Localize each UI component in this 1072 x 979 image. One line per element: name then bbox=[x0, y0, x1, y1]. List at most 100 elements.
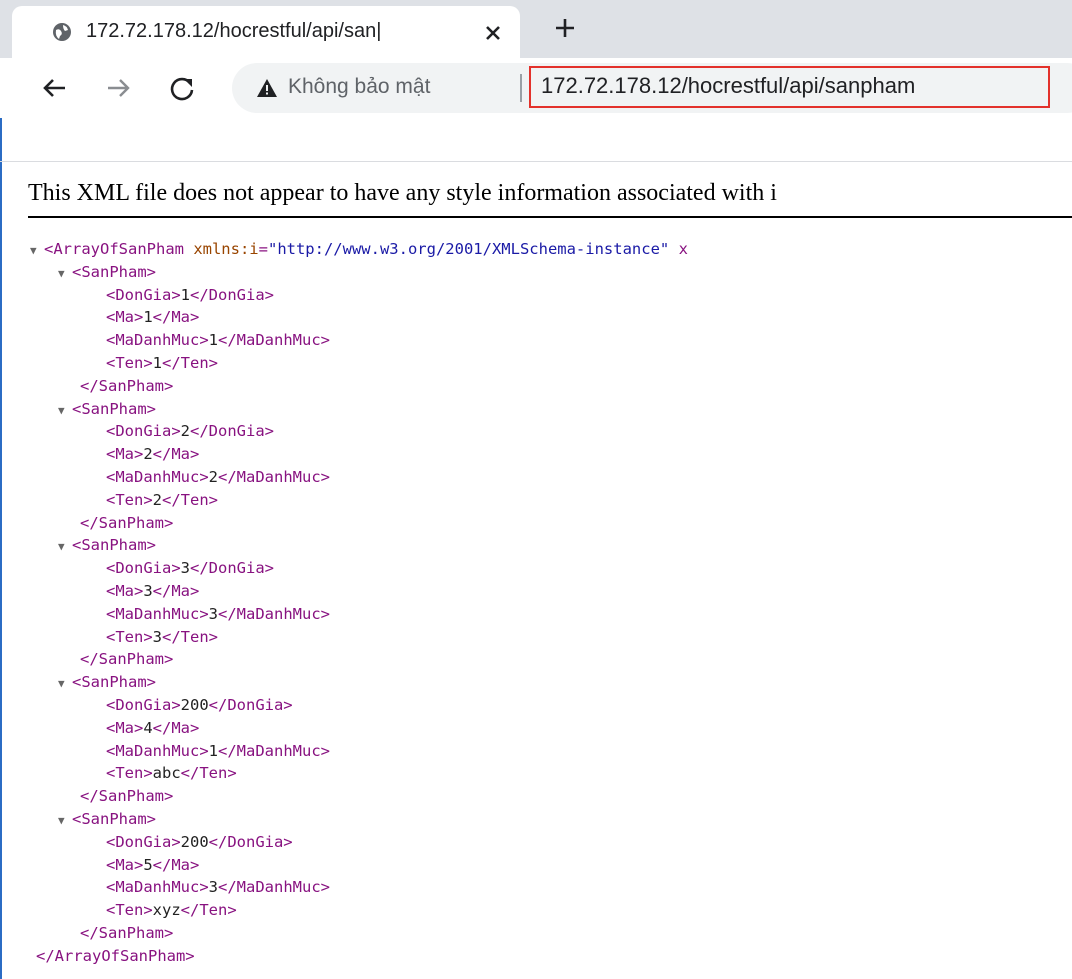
xml-value: 5 bbox=[143, 855, 153, 874]
window-frame-edge bbox=[0, 0, 2, 979]
toolbar-separator bbox=[0, 161, 1072, 162]
xml-tag: </MaDanhMuc> bbox=[218, 878, 330, 897]
xml-field: <Ten>1</Ten> bbox=[106, 352, 218, 374]
xml-tag: </MaDanhMuc> bbox=[218, 468, 330, 486]
xml-field: <Ten>xyz</Ten> bbox=[106, 899, 237, 921]
xml-value: 1 bbox=[208, 741, 218, 760]
xml-item-close: </SanPham> bbox=[80, 922, 173, 944]
xml-tag: </DonGia> bbox=[190, 285, 274, 304]
xml-style-notice: This XML file does not appear to have an… bbox=[28, 180, 777, 206]
xml-tag: <DonGia> bbox=[106, 832, 181, 851]
xml-tag: <DonGia> bbox=[106, 559, 181, 578]
notice-rule bbox=[28, 216, 1072, 218]
xml-tag: <SanPham> bbox=[72, 262, 156, 281]
arrow-left-icon[interactable] bbox=[37, 71, 71, 105]
xml-tag: x bbox=[669, 240, 688, 258]
xml-field: <MaDanhMuc>3</MaDanhMuc> bbox=[106, 603, 330, 625]
globe-icon bbox=[53, 23, 71, 41]
xml-attr-name: xmlns:i bbox=[193, 240, 259, 258]
xml-value: 1 bbox=[143, 308, 153, 327]
collapse-toggle-icon[interactable]: ▼ bbox=[58, 673, 72, 695]
reload-icon[interactable] bbox=[165, 71, 199, 105]
xml-value: 3 bbox=[143, 582, 153, 600]
xml-tag: <Ten> bbox=[106, 764, 153, 783]
xml-tag: <Ten> bbox=[106, 627, 153, 646]
collapse-toggle-icon[interactable]: ▼ bbox=[58, 810, 72, 832]
xml-tag: </Ma> bbox=[152, 718, 200, 737]
xml-tag: <MaDanhMuc> bbox=[106, 468, 209, 486]
xml-value: 3 bbox=[180, 559, 190, 578]
xml-tag: <Ma> bbox=[106, 718, 144, 737]
tab-strip: 172.72.178.12/hocrestful/api/san| bbox=[0, 0, 1072, 58]
xml-tag: <MaDanhMuc> bbox=[106, 741, 209, 760]
xml-field: <Ma>4</Ma> bbox=[106, 717, 199, 739]
xml-tag: </Ten> bbox=[162, 490, 219, 509]
xml-tag: </SanPham> bbox=[80, 513, 174, 532]
address-divider bbox=[520, 74, 522, 102]
collapse-toggle-icon[interactable]: ▼ bbox=[58, 536, 72, 558]
xml-field: <Ma>2</Ma> bbox=[106, 443, 199, 465]
xml-root-close: </ArrayOfSanPham> bbox=[36, 945, 195, 967]
xml-value: 2 bbox=[180, 422, 190, 441]
xml-tag: <SanPham> bbox=[72, 399, 156, 418]
xml-tag: </MaDanhMuc> bbox=[218, 604, 330, 623]
xml-field: <Ma>3</Ma> bbox=[106, 580, 199, 602]
browser-tab[interactable]: 172.72.178.12/hocrestful/api/san| bbox=[12, 6, 520, 58]
collapse-toggle-icon[interactable]: ▼ bbox=[58, 400, 72, 422]
xml-tag: <DonGia> bbox=[106, 422, 181, 441]
xml-value: 3 bbox=[208, 604, 218, 623]
xml-field: <DonGia>2</DonGia> bbox=[106, 420, 274, 442]
xml-value: 2 bbox=[143, 445, 153, 464]
xml-field: <MaDanhMuc>1</MaDanhMuc> bbox=[106, 740, 330, 762]
xml-field: <DonGia>1</DonGia> bbox=[106, 284, 274, 306]
xml-value: 3 bbox=[208, 878, 218, 897]
collapse-toggle-icon[interactable]: ▼ bbox=[58, 263, 72, 285]
xml-tag: </SanPham> bbox=[80, 376, 174, 395]
xml-tag: <DonGia> bbox=[106, 285, 181, 304]
xml-tag: </Ma> bbox=[152, 445, 200, 464]
xml-tag: <MaDanhMuc> bbox=[106, 878, 209, 897]
xml-value: xyz bbox=[152, 901, 181, 920]
xml-tag: <Ma> bbox=[106, 855, 144, 874]
xml-tag: <Ten> bbox=[106, 901, 153, 920]
xml-attr-value: "http://www.w3.org/2001/XMLSchema-instan… bbox=[267, 240, 670, 258]
plus-icon[interactable] bbox=[552, 15, 578, 41]
xml-tag: <MaDanhMuc> bbox=[106, 331, 209, 350]
xml-tag: </Ten> bbox=[180, 901, 237, 920]
xml-tag: </SanPham> bbox=[80, 787, 174, 806]
xml-tag: <DonGia> bbox=[106, 696, 181, 714]
xml-value: 3 bbox=[152, 627, 163, 646]
xml-tag: <Ten> bbox=[106, 354, 153, 372]
warning-triangle-icon[interactable] bbox=[256, 77, 278, 99]
xml-tag: </MaDanhMuc> bbox=[218, 331, 330, 350]
xml-field: <DonGia>200</DonGia> bbox=[106, 831, 293, 853]
xml-tag: </DonGia> bbox=[208, 832, 293, 851]
tab-title: 172.72.178.12/hocrestful/api/san| bbox=[86, 20, 382, 42]
xml-tag: <Ma> bbox=[106, 582, 144, 600]
close-icon[interactable] bbox=[480, 20, 506, 46]
xml-field: <Ten>2</Ten> bbox=[106, 489, 218, 511]
url-text[interactable]: 172.72.178.12/hocrestful/api/sanpham bbox=[541, 73, 915, 99]
xml-field: <DonGia>3</DonGia> bbox=[106, 557, 274, 579]
xml-value: 4 bbox=[143, 718, 153, 737]
xml-item-open: ▼ <SanPham> bbox=[58, 534, 156, 556]
xml-value: 200 bbox=[180, 832, 209, 851]
security-label[interactable]: Không bảo mật bbox=[288, 75, 430, 99]
xml-tag: </SanPham> bbox=[80, 924, 174, 942]
xml-tag: </DonGia> bbox=[190, 422, 274, 441]
xml-field: <Ma>1</Ma> bbox=[106, 306, 199, 328]
xml-item-close: </SanPham> bbox=[80, 512, 173, 534]
xml-field: <Ma>5</Ma> bbox=[106, 854, 199, 876]
xml-item-close: </SanPham> bbox=[80, 648, 173, 670]
xml-tag: = bbox=[258, 240, 268, 258]
xml-tag: <SanPham> bbox=[72, 536, 156, 555]
arrow-right-icon[interactable] bbox=[102, 71, 136, 105]
xml-item-open: ▼ <SanPham> bbox=[58, 671, 156, 693]
xml-value: 1 bbox=[152, 354, 163, 372]
xml-tag: </Ma> bbox=[152, 855, 200, 874]
collapse-toggle-icon[interactable]: ▼ bbox=[30, 240, 44, 262]
xml-tag: </SanPham> bbox=[80, 650, 174, 669]
xml-tag: </Ma> bbox=[152, 582, 200, 600]
xml-item-open: ▼ <SanPham> bbox=[58, 398, 156, 420]
xml-item-open: ▼ <SanPham> bbox=[58, 808, 156, 830]
